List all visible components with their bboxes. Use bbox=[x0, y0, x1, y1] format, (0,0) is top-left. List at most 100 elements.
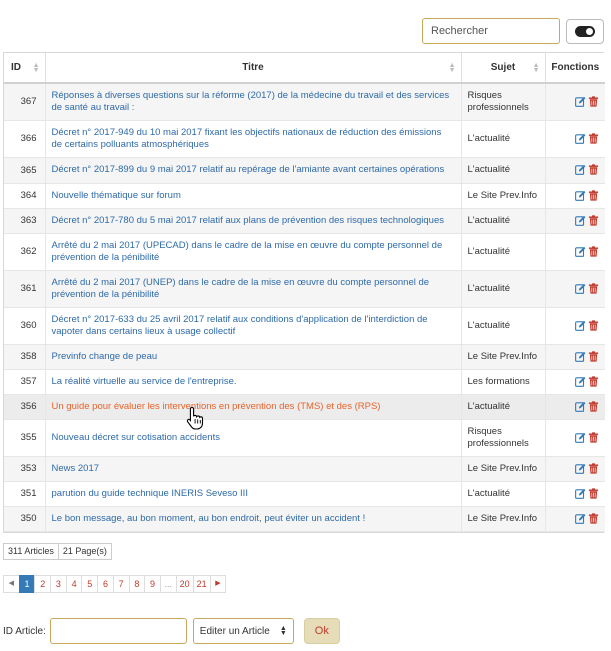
row-functions bbox=[545, 394, 605, 420]
row-id: 364 bbox=[4, 183, 46, 209]
row-title-link[interactable]: Décret n° 2017-633 du 25 avril 2017 rela… bbox=[52, 314, 428, 337]
edit-icon[interactable] bbox=[575, 432, 586, 443]
edit-icon[interactable] bbox=[575, 351, 586, 362]
row-id: 363 bbox=[4, 208, 46, 234]
pagination-ellipsis: ... bbox=[159, 575, 177, 593]
row-title-link[interactable]: Un guide pour évaluer les interventions … bbox=[52, 401, 381, 412]
row-title-link[interactable]: Arrêté du 2 mai 2017 (UNEP) dans le cadr… bbox=[52, 277, 430, 300]
column-header-title[interactable]: Titre ▲ ▼ bbox=[45, 53, 462, 84]
row-title-link[interactable]: Décret n° 2017-949 du 10 mai 2017 fixant… bbox=[52, 127, 442, 150]
delete-icon[interactable] bbox=[588, 463, 599, 474]
delete-icon[interactable] bbox=[588, 320, 599, 331]
edit-icon[interactable] bbox=[575, 283, 586, 294]
toggle-columns-button[interactable] bbox=[566, 18, 604, 44]
row-title-cell: Décret n° 2017-633 du 25 avril 2017 rela… bbox=[45, 307, 462, 345]
row-title-cell: Nouveau décret sur cotisation accidents bbox=[45, 419, 462, 457]
row-id: 367 bbox=[4, 83, 46, 121]
edit-icon[interactable] bbox=[575, 513, 586, 524]
delete-icon[interactable] bbox=[588, 513, 599, 524]
column-header-id[interactable]: ID ▲ ▼ bbox=[4, 53, 46, 84]
delete-icon[interactable] bbox=[588, 215, 599, 226]
delete-icon[interactable] bbox=[588, 164, 599, 176]
pagination: ◀ 1 2 3 4 5 6 7 8 9... 20 21 ▶ bbox=[3, 575, 227, 593]
page-button[interactable]: 21 bbox=[192, 575, 211, 593]
row-subject: Le Site Prev.Info bbox=[461, 344, 546, 370]
edit-icon[interactable] bbox=[575, 463, 586, 474]
row-title-link[interactable]: Nouvelle thématique sur forum bbox=[52, 190, 181, 201]
row-functions bbox=[545, 157, 605, 184]
row-title-cell: Un guide pour évaluer les interventions … bbox=[45, 394, 462, 420]
previous-page-button[interactable]: ◀ bbox=[3, 575, 20, 593]
row-title-link[interactable]: Arrêté du 2 mai 2017 (UPECAD) dans le ca… bbox=[52, 240, 443, 263]
edit-icon[interactable] bbox=[575, 96, 586, 108]
row-subject: Le Site Prev.Info bbox=[461, 456, 546, 482]
delete-icon[interactable] bbox=[588, 190, 599, 201]
delete-icon[interactable] bbox=[588, 432, 599, 443]
row-functions bbox=[545, 233, 605, 271]
row-title-link[interactable]: Le bon message, au bon moment, au bon en… bbox=[52, 513, 366, 524]
delete-icon[interactable] bbox=[588, 376, 599, 387]
edit-icon[interactable] bbox=[575, 488, 586, 499]
page-button[interactable]: 1 bbox=[18, 575, 36, 593]
row-id: 358 bbox=[4, 344, 46, 370]
edit-icon[interactable] bbox=[575, 320, 586, 331]
page-button[interactable]: 9 bbox=[144, 575, 161, 593]
row-title-link[interactable]: Réponses à diverses questions sur la réf… bbox=[52, 90, 450, 113]
ok-button[interactable]: Ok bbox=[303, 618, 340, 644]
row-subject: L'actualité bbox=[461, 120, 546, 158]
page-button[interactable]: 5 bbox=[81, 575, 99, 593]
edit-article-form: ID Article: Editer un Article ▲ ▼ Ok bbox=[3, 618, 340, 644]
edit-icon[interactable] bbox=[575, 376, 586, 387]
search-input[interactable] bbox=[422, 18, 560, 44]
row-subject: L'actualité bbox=[461, 394, 546, 420]
column-header-label: Sujet bbox=[490, 62, 516, 73]
page-button[interactable]: 3 bbox=[50, 575, 67, 593]
row-title-cell: Previnfo change de peau bbox=[45, 344, 462, 370]
row-id: 366 bbox=[4, 120, 46, 158]
edit-icon[interactable] bbox=[575, 190, 586, 201]
delete-icon[interactable] bbox=[588, 283, 599, 294]
table-header: ID ▲ ▼ Titre ▲ ▼ Sujet ▲ ▼ Fonctions bbox=[4, 53, 605, 84]
page-button[interactable]: 7 bbox=[112, 575, 130, 593]
page-button[interactable]: 8 bbox=[128, 575, 146, 593]
action-select[interactable]: Editer un Article ▲ ▼ bbox=[192, 618, 294, 644]
row-subject: L'actualité bbox=[461, 481, 546, 507]
article-id-input[interactable] bbox=[49, 618, 187, 644]
page-button[interactable]: 20 bbox=[175, 575, 194, 593]
column-header-subject[interactable]: Sujet ▲ ▼ bbox=[461, 53, 546, 84]
row-functions bbox=[545, 208, 605, 234]
row-title-link[interactable]: Previnfo change de peau bbox=[52, 351, 158, 362]
delete-icon[interactable] bbox=[588, 96, 599, 107]
delete-icon[interactable] bbox=[588, 133, 599, 144]
row-title-link[interactable]: Nouveau décret sur cotisation accidents bbox=[52, 432, 220, 443]
delete-icon[interactable] bbox=[588, 401, 599, 412]
row-title-link[interactable]: Décret n° 2017-899 du 9 mai 2017 relatif… bbox=[52, 164, 445, 175]
row-functions bbox=[545, 481, 605, 507]
articles-table: ID ▲ ▼ Titre ▲ ▼ Sujet ▲ ▼ Fonctions 367 Rép… bbox=[3, 52, 605, 533]
delete-icon[interactable] bbox=[588, 351, 599, 362]
page-button[interactable]: 2 bbox=[34, 575, 52, 593]
delete-icon[interactable] bbox=[588, 488, 599, 499]
row-functions bbox=[545, 506, 605, 532]
column-header-functions: Fonctions bbox=[545, 53, 605, 84]
row-id: 362 bbox=[4, 233, 46, 271]
row-title-link[interactable]: News 2017 bbox=[52, 463, 100, 474]
edit-icon[interactable] bbox=[575, 215, 586, 226]
row-title-link[interactable]: parution du guide technique INERIS Seves… bbox=[52, 488, 248, 499]
edit-icon[interactable] bbox=[575, 164, 586, 176]
edit-icon[interactable] bbox=[575, 133, 586, 144]
sort-icon: ▲ ▼ bbox=[32, 62, 40, 74]
row-title-cell: Décret n° 2017-899 du 9 mai 2017 relatif… bbox=[45, 157, 462, 184]
row-functions bbox=[545, 83, 605, 121]
row-id: 355 bbox=[4, 419, 46, 457]
next-page-button[interactable]: ▶ bbox=[209, 575, 227, 593]
row-title-cell: Le bon message, au bon moment, au bon en… bbox=[45, 506, 462, 532]
row-title-link[interactable]: La réalité virtuelle au service de l'ent… bbox=[52, 376, 237, 387]
page-button[interactable]: 4 bbox=[65, 575, 83, 593]
page-button[interactable]: 6 bbox=[97, 575, 114, 593]
edit-icon[interactable] bbox=[575, 246, 586, 257]
delete-icon[interactable] bbox=[588, 246, 599, 257]
row-title-link[interactable]: Décret n° 2017-780 du 5 mai 2017 relatif… bbox=[52, 215, 445, 226]
table-row: 362 Arrêté du 2 mai 2017 (UPECAD) dans le… bbox=[4, 233, 605, 271]
edit-icon[interactable] bbox=[575, 401, 586, 412]
